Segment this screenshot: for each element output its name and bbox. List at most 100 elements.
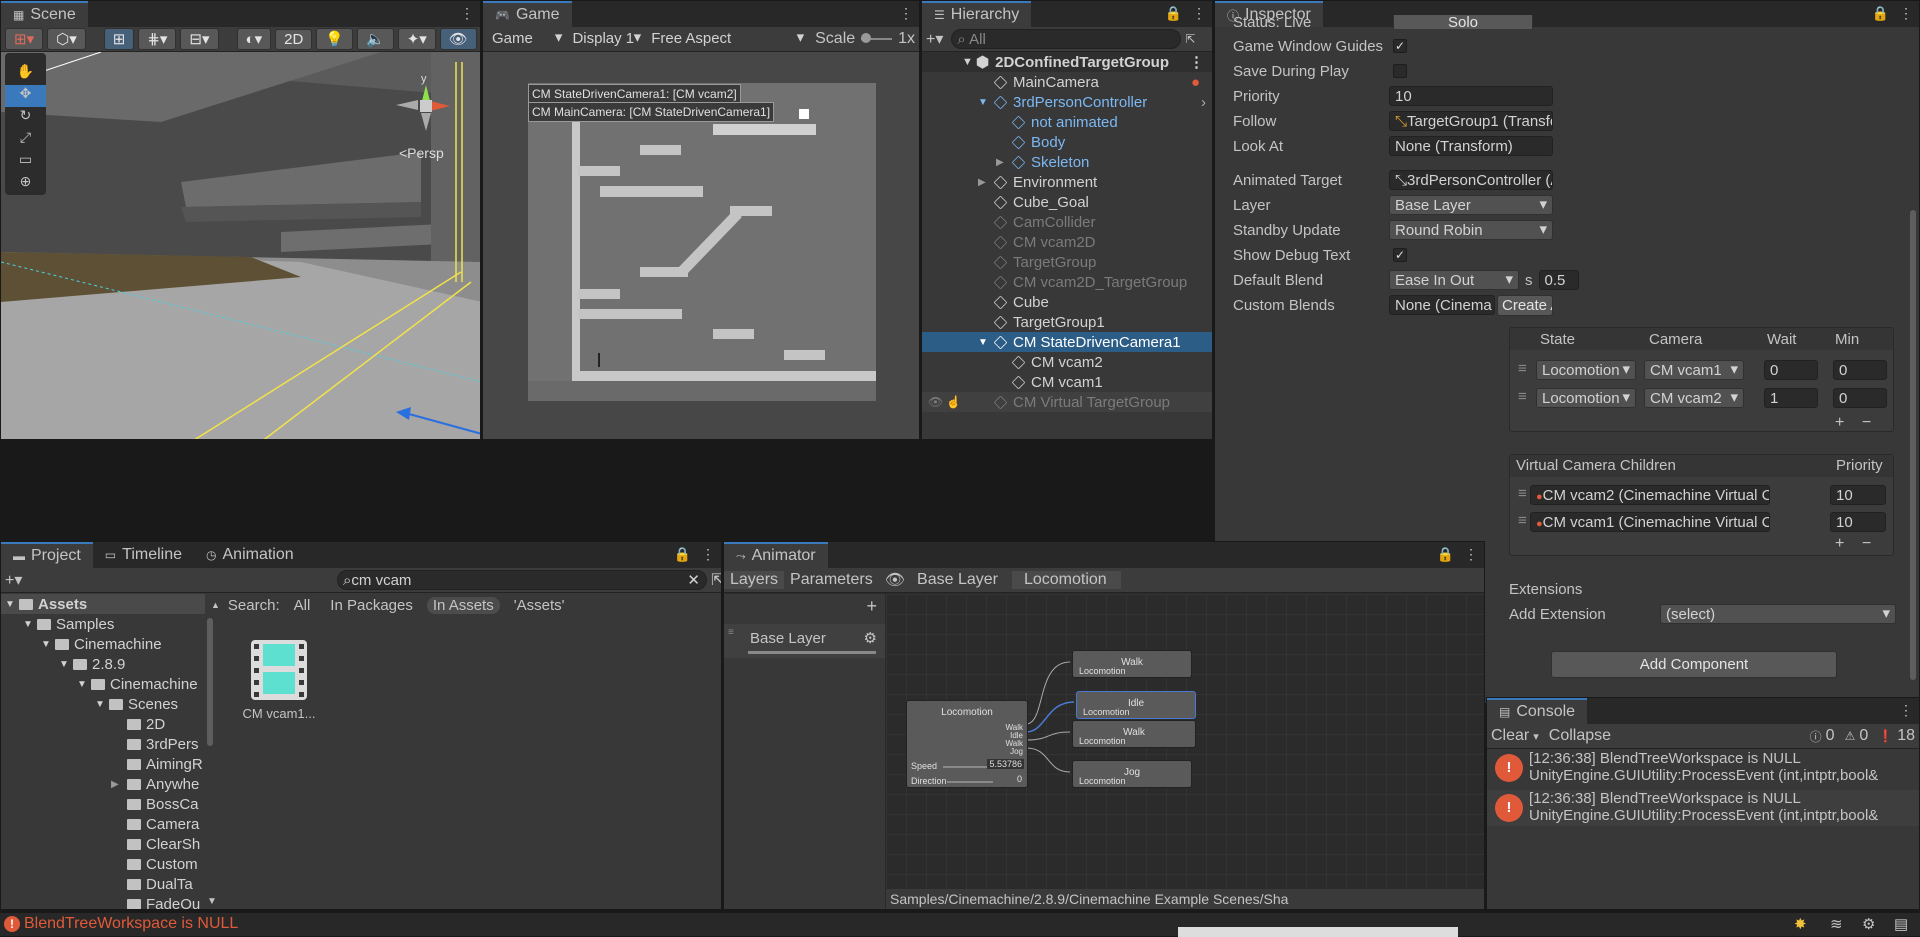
folder-clearshot[interactable]: ClearSh [127,834,200,854]
state-dropdown[interactable]: Locomotion [1536,360,1636,380]
custom-blends-field[interactable]: None (Cinema [1389,295,1495,315]
animated-target-field[interactable]: ⤡3rdPersonController (Anima [1389,170,1553,190]
folder-bosscam[interactable]: BossCa [127,794,199,814]
drag-handle-icon[interactable]: ≡ [1518,485,1527,502]
scene-root-row[interactable]: ▼ ⬢ 2DConfinedTargetGroup ⋮ [922,52,1212,72]
more-menu-icon[interactable]: ⋮ [1899,702,1913,719]
visibility-icon[interactable]: 👁 [928,395,943,409]
scene-menu-icon[interactable]: ⋮ [1189,53,1204,71]
hierarchy-item-cm-vcam2[interactable]: CM vcam2 [922,352,1212,372]
layers-tab[interactable]: Layers [724,571,785,589]
child-camera-field[interactable]: ●CM vcam2 (Cinemachine Virtual C [1530,485,1770,505]
folder-samples[interactable]: ▼ Samples [23,614,114,634]
drag-handle-icon[interactable]: ≡ [728,627,734,638]
search-options-icon[interactable]: ⇱ [1185,32,1195,46]
grid-button[interactable]: ⊟▾ [180,28,219,50]
hierarchy-item-targetgroup1[interactable]: TargetGroup1 [922,312,1212,332]
layer-item-base[interactable]: ≡ Base Layer ⚙ [724,624,885,658]
more-menu-icon[interactable]: ⋮ [1899,5,1913,22]
tab-console[interactable]: ▤ Console [1487,698,1588,724]
lock-icon[interactable]: 🔒 [1872,5,1889,22]
shading-button[interactable]: ◐▾ [236,28,272,50]
state-dropdown[interactable]: Locomotion [1536,388,1636,408]
tab-game[interactable]: 🎮 Game [483,1,572,27]
game-window-guides-checkbox[interactable]: ✓ [1393,39,1407,53]
scroll-up-icon[interactable]: ▲ [211,600,220,610]
info-filter-icon[interactable]: ⓘ [1810,728,1822,745]
visibility-icon[interactable]: 👁 [439,28,477,50]
persp-label[interactable]: <Persp [399,145,444,161]
folder-cinemachine[interactable]: ▼ Cinemachine [41,634,162,654]
tab-animator[interactable]: ⤳ Animator [724,542,828,568]
expand-arrow-icon[interactable]: ▶ [978,177,994,188]
more-menu-icon[interactable]: ⋮ [1464,546,1478,563]
snap-increment-button[interactable]: ⋕▾ [138,28,177,50]
folder-aiming[interactable]: AimingR [127,754,203,774]
folder-2d[interactable]: 2D [127,714,165,734]
speed-slider[interactable] [943,766,993,768]
filter-in-assets[interactable]: In Assets [426,596,500,614]
lock-icon[interactable]: 🔒 [674,546,691,563]
standby-dropdown[interactable]: Round Robin [1389,220,1553,240]
rotate-tool-icon[interactable]: ↻ [5,107,46,129]
priority-field[interactable]: 10 [1389,86,1553,106]
add-layer-button[interactable]: + [866,596,877,617]
toggle-2d-button[interactable]: 2D [275,28,313,50]
project-search-input[interactable]: ⌕cm vcam ✕ [337,570,707,590]
collapse-button[interactable]: Collapse [1549,727,1611,745]
settings-icon[interactable]: ⚙ [1862,915,1875,933]
debug-icon[interactable]: ✸ [1794,915,1807,933]
game-view[interactable] [528,83,876,401]
folder-custom[interactable]: Custom [127,854,198,874]
more-menu-icon[interactable]: ⋮ [460,5,474,22]
effects-icon[interactable]: ✦▾ [397,28,436,50]
display-dropdown[interactable]: Display 1 [567,29,646,49]
hierarchy-item-skeleton[interactable]: ▶ Skeleton [922,152,1212,172]
default-blend-dropdown[interactable]: Ease In Out [1389,270,1519,290]
folder-dualtarget[interactable]: DualTa [127,874,193,894]
lock-icon[interactable]: 🔒 [1437,546,1454,563]
wait-field[interactable]: 1 [1764,388,1818,408]
min-field[interactable]: 0 [1833,360,1887,380]
rect-tool-icon[interactable]: ▭ [5,151,46,173]
tab-animation[interactable]: ◷ Animation [194,542,306,568]
eye-icon[interactable]: 👁 [879,570,911,590]
orientation-gizmo[interactable]: y [396,73,456,143]
folder-anywhere[interactable]: ▶ Anywhe [111,774,199,794]
tree-scrollbar[interactable] [207,618,213,746]
more-menu-icon[interactable]: ⋮ [1192,5,1206,22]
remove-state-button[interactable]: − [1862,414,1871,432]
add-child-button[interactable]: + [1835,535,1844,553]
expand-arrow-icon[interactable]: ▼ [77,679,91,690]
hierarchy-item-camcollider[interactable]: CamCollider [922,212,1212,232]
expand-arrow-icon[interactable]: ▼ [95,699,109,710]
breadcrumb-locomotion[interactable]: Locomotion [1011,571,1121,589]
expand-arrow-icon[interactable]: ▼ [962,56,973,68]
camera-dropdown[interactable]: CM vcam2 [1644,388,1744,408]
blend-tree-node[interactable]: Locomotion Walk Idle Walk Jog Speed 5.53… [906,700,1028,788]
blend-time-field[interactable]: 0.5 [1538,270,1579,290]
remove-child-button[interactable]: − [1862,535,1871,553]
create-asset-button[interactable]: Create Asset [1497,294,1553,316]
folder-3rdpers[interactable]: 3rdPers [127,734,199,754]
asset-item[interactable]: CM vcam1... [237,638,321,730]
more-menu-icon[interactable]: ⋮ [701,546,715,563]
tab-hierarchy[interactable]: ☰ Hierarchy [922,1,1032,27]
hand-tool-icon[interactable]: ✋ [5,63,46,85]
folder-assets[interactable]: ▼ Assets [1,594,205,614]
error-filter-icon[interactable]: ❗ [1878,729,1893,743]
folder-camera[interactable]: Camera [127,814,199,834]
transform-tool-icon[interactable]: ⊕ [5,173,46,195]
console-entry[interactable]: ! [12:36:38] BlendTreeWorkspace is NULL … [1487,790,1919,826]
child-camera-field[interactable]: ●CM vcam1 (Cinemachine Virtual C [1530,512,1770,532]
lighting-icon[interactable]: 💡 [316,28,353,50]
gear-icon[interactable]: ⚙ [864,629,877,647]
chevron-right-icon[interactable]: › [1201,94,1206,111]
notification-icon[interactable]: ▤ [1894,915,1908,933]
warning-filter-icon[interactable]: ⚠ [1845,729,1856,743]
expand-arrow-icon[interactable]: ▼ [59,659,73,670]
wait-field[interactable]: 0 [1764,360,1818,380]
hierarchy-item-cm-vcam2d[interactable]: CM vcam2D [922,232,1212,252]
grid-snap-button[interactable]: ⊞ [103,28,135,50]
folder-version[interactable]: ▼ 2.8.9 [59,654,125,674]
